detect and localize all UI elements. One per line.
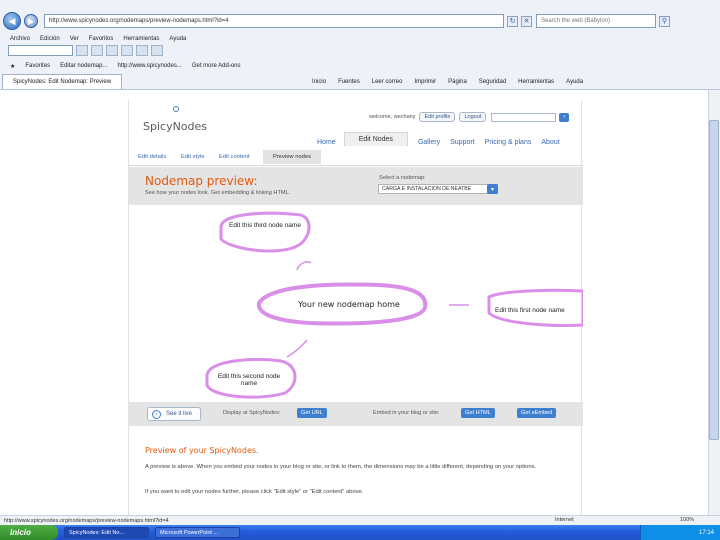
subnav-edit-content[interactable]: Edit content [219,154,250,160]
embed-bar: › See it live Display at SpicyNodes: Get… [129,402,583,426]
main-nav: Home Edit Nodes Gallery Support Pricing … [307,128,560,146]
task-powerpoint[interactable]: Microsoft PowerPoint ... [155,527,240,538]
home-node-label[interactable]: Your new nodemap home [279,300,419,309]
subnav-edit-details[interactable]: Edit details [138,154,166,160]
menu-favorites[interactable]: Favoritos [89,36,114,42]
taskbar: Inicio SpicyNodes: Edit No... Microsoft … [0,525,720,540]
stop-icon[interactable]: ✕ [521,15,532,27]
sub-nav: Edit details Edit style Edit content Pre… [129,148,583,166]
status-zone: Internet [555,517,574,523]
back-button[interactable]: ◀ [3,12,21,30]
fav-link-2[interactable]: http://www.spicynodes... [117,63,181,69]
favorites-row: ★ Favorites Editar nodemap... http://www… [0,58,720,74]
toolbar-icon[interactable] [151,45,163,56]
scrollbar-thumb[interactable] [709,120,719,440]
nav-edit-nodes[interactable]: Edit Nodes [343,132,408,146]
status-url: http://www.spicynodes.org/nodemaps/previ… [4,517,169,524]
third-node-label[interactable]: Edit this third node name [225,222,305,229]
site-search-go-button[interactable]: › [559,112,570,122]
system-tray: 17:14 [640,525,720,540]
nav-about[interactable]: About [541,139,559,146]
get-url-button[interactable]: Get URL [297,408,327,418]
toolbar-icon[interactable] [76,45,88,56]
nodemap-select[interactable]: CARGA E INSTALACION DE NEATBE ▾ [378,184,498,194]
nodemap-select-value: CARGA E INSTALACION DE NEATBE [382,186,472,192]
menu-help[interactable]: Ayuda [169,36,186,42]
browser-search-input[interactable]: Search the web (Babylon) [536,14,656,28]
favorites-button[interactable]: Favorites [25,63,50,69]
nodemap-preview[interactable]: Your new nodemap home Edit this third no… [129,205,585,400]
edit-profile-button[interactable]: Edit profile [419,112,456,122]
preview-banner: Nodemap preview: See how your nodes look… [129,167,583,205]
site-search-input[interactable] [491,112,557,122]
cmd-feeds[interactable]: Fuentes [338,79,360,85]
subnav-preview-nodes[interactable]: Preview nodes [263,150,322,164]
toolbar-icon[interactable] [121,45,133,56]
nodemap-select-label: Select a nodemap: [379,175,426,181]
connector-second [286,339,308,358]
cmd-tools[interactable]: Herramientas [518,79,554,85]
menu-edit[interactable]: Edición [40,36,60,42]
chevron-down-icon[interactable]: ▾ [487,184,498,194]
see-it-live-label: See it live [166,411,193,417]
zoom-level[interactable]: 100% [680,517,694,523]
cmd-home[interactable]: Inicio [312,79,326,85]
menu-tools[interactable]: Herramientas [123,36,159,42]
menu-file[interactable]: Archivo [10,36,30,42]
toolbar-icon[interactable] [91,45,103,56]
cmd-mail[interactable]: Leer correo [372,79,403,85]
fav-link-1[interactable]: Editar nodemap... [60,63,107,69]
get-html-button[interactable]: Get HTML [461,408,495,418]
task-browser[interactable]: SpicyNodes: Edit No... [64,527,149,538]
nav-pricing[interactable]: Pricing & plans [485,139,532,146]
arrow-right-icon: › [152,410,161,419]
fav-link-3[interactable]: Get more Add-ons [192,63,241,69]
connector-third [296,261,312,271]
preview-text-1: A preview is above. When you embed your … [145,464,537,470]
spicynodes-page: SpicyNodes welcome, wechany Edit profile… [128,100,585,515]
forward-button[interactable]: ▶ [24,14,38,28]
status-bar: http://www.spicynodes.org/nodemaps/previ… [0,515,720,525]
user-links: welcome, wechany Edit profile Logout › [369,112,570,122]
logo-node-icon [173,106,179,112]
logout-button[interactable]: Logout [459,112,487,122]
browser-tab[interactable]: SpicyNodes: Edit Nodemap: Preview [2,74,123,89]
toolbar-icon[interactable] [136,45,148,56]
display-label: Display at SpicyNodes: [223,410,281,416]
tab-row: SpicyNodes: Edit Nodemap: Preview Inicio… [0,73,720,90]
see-it-live-button[interactable]: › See it live [147,407,202,421]
toolbar-icon[interactable] [106,45,118,56]
cmd-page[interactable]: Página [448,79,467,85]
cmd-help[interactable]: Ayuda [566,79,583,85]
start-button[interactable]: Inicio [0,525,58,540]
favorites-star-icon[interactable]: ★ [10,63,15,70]
third-node-shape [219,211,311,253]
site-logo[interactable]: SpicyNodes [143,120,207,133]
banner-title: Nodemap preview: [145,174,258,188]
nav-support[interactable]: Support [450,139,475,146]
cmd-safety[interactable]: Seguridad [479,79,506,85]
search-icon[interactable]: ⚲ [659,15,670,27]
first-node-label[interactable]: Edit this first node name [495,307,583,314]
preview-text-2: If you want to edit your nodes further, … [145,489,364,495]
get-eembed-button[interactable]: Get eEmbed [517,408,557,418]
nav-home[interactable]: Home [317,139,336,146]
cmd-print[interactable]: Imprimir [414,79,436,85]
clock: 17:14 [698,529,714,536]
nav-gallery[interactable]: Gallery [418,139,440,146]
subnav-edit-style[interactable]: Edit style [181,154,205,160]
embed-label: Embed in your blog or site: [373,410,440,416]
second-node-label[interactable]: Edit this second node name [209,373,289,388]
toolbar-row [0,44,720,57]
preview-title: Preview of your SpicyNodes. [145,446,259,455]
refresh-icon[interactable]: ↻ [507,15,518,27]
browser-chrome: ◀ ▶ http://www.spicynodes.org/nodemaps/p… [0,0,720,90]
banner-subtitle: See how your nodes look. Get embedding &… [145,190,291,196]
toolbar-search-input[interactable] [8,45,73,56]
welcome-text: welcome, wechany [369,114,416,120]
menu-view[interactable]: Ver [70,36,79,42]
address-row: ◀ ▶ http://www.spicynodes.org/nodemaps/p… [0,10,720,32]
address-bar[interactable]: http://www.spicynodes.org/nodemaps/previ… [44,14,504,28]
